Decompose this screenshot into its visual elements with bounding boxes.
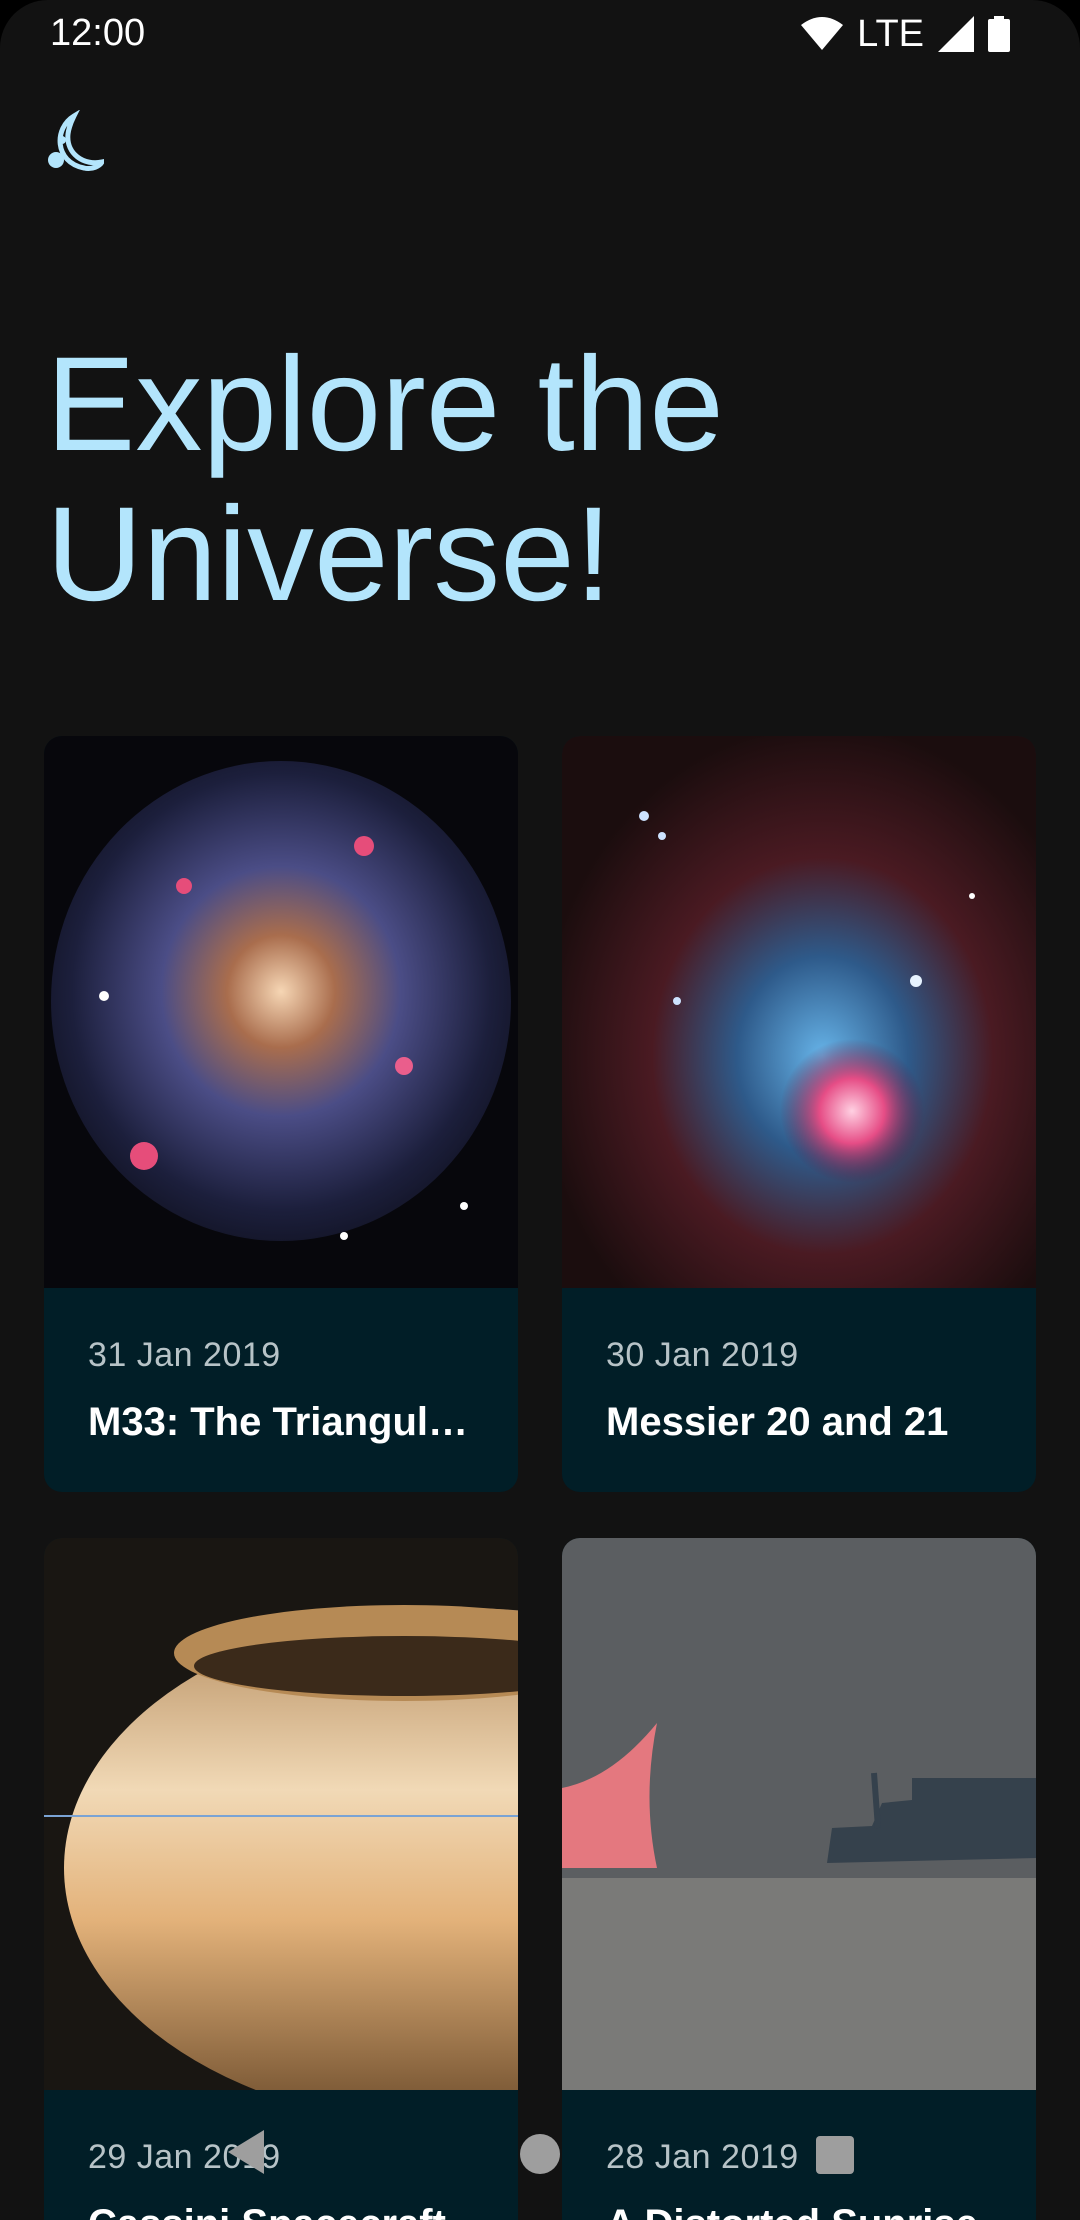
recents-icon[interactable]: [816, 2136, 854, 2174]
apod-card[interactable]: 30 Jan 2019 Messier 20 and 21: [562, 736, 1036, 1492]
card-title: M33: The Triangulu…: [88, 1400, 488, 1444]
status-icons: LTE: [801, 12, 1010, 55]
moon-logo-icon: [48, 110, 104, 171]
nebula-image: [562, 736, 1036, 1288]
card-date: 30 Jan 2019: [606, 1336, 799, 1374]
status-time: 12:00: [50, 12, 146, 54]
card-title: Messier 20 and 21: [606, 1400, 949, 1444]
network-type: LTE: [857, 12, 924, 55]
battery-icon: [988, 16, 1010, 52]
spiral-galaxy-image: [44, 736, 518, 1288]
home-icon[interactable]: [520, 2134, 560, 2174]
saturn-image: [44, 1538, 518, 2090]
app-screen: 12:00 LTE Explore the Universe! 31 Jan 2…: [0, 0, 1080, 2220]
page-headline: Explore the Universe!: [46, 330, 724, 629]
apod-card[interactable]: 31 Jan 2019 M33: The Triangulu…: [44, 736, 518, 1492]
status-bar: 12:00 LTE: [0, 0, 1080, 66]
card-date: 31 Jan 2019: [88, 1336, 281, 1374]
back-icon[interactable]: [228, 2130, 264, 2174]
sunrise-sea-image: [562, 1538, 1036, 2090]
signal-icon: [938, 16, 974, 52]
wifi-icon: [801, 17, 844, 50]
